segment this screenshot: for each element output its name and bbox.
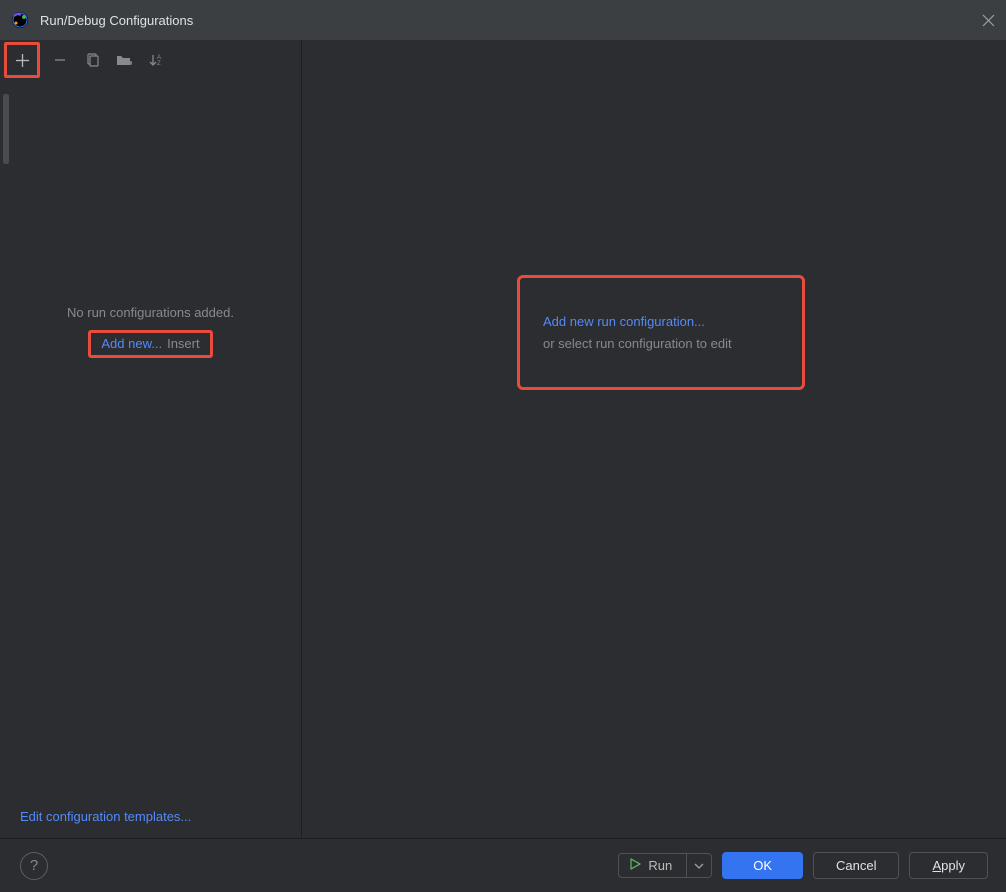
resize-handle[interactable]	[3, 94, 9, 164]
button-group: Run OK Cancel Apply	[618, 852, 988, 879]
cancel-button[interactable]: Cancel	[813, 852, 899, 879]
help-icon: ?	[30, 857, 38, 874]
sidebar: A Z No run configurations added. Add new…	[0, 40, 302, 838]
chevron-down-icon	[694, 861, 704, 871]
button-bar: ? Run OK Cancel Apply	[0, 838, 1006, 892]
sidebar-footer: Edit configuration templates...	[0, 797, 301, 838]
run-button-container: Run	[618, 853, 712, 878]
titlebar: Run/Debug Configurations	[0, 0, 1006, 40]
help-button[interactable]: ?	[20, 852, 48, 880]
copy-button[interactable]	[80, 48, 104, 72]
remove-button[interactable]	[48, 48, 72, 72]
ok-button[interactable]: OK	[722, 852, 803, 879]
add-new-link[interactable]: Add new...	[101, 336, 162, 351]
play-icon	[629, 858, 641, 873]
add-new-config-link[interactable]: Add new run configuration...	[543, 314, 732, 329]
run-dropdown-button[interactable]	[686, 854, 711, 877]
close-icon[interactable]	[980, 12, 996, 28]
sort-button[interactable]: A Z	[144, 48, 168, 72]
sidebar-content: No run configurations added. Add new... …	[0, 80, 301, 797]
edit-templates-link[interactable]: Edit configuration templates...	[20, 809, 191, 824]
apply-button[interactable]: Apply	[909, 852, 988, 879]
right-empty-state: Add new run configuration... or select r…	[517, 275, 805, 390]
empty-message: No run configurations added.	[67, 305, 234, 320]
svg-text:Z: Z	[157, 61, 161, 67]
main-area: A Z No run configurations added. Add new…	[0, 40, 1006, 838]
add-new-container: Add new... Insert	[88, 330, 212, 358]
window-title: Run/Debug Configurations	[40, 13, 980, 28]
run-button[interactable]: Run	[619, 854, 686, 877]
select-config-hint: or select run configuration to edit	[543, 336, 732, 351]
run-button-label: Run	[648, 858, 672, 873]
sidebar-toolbar: A Z	[0, 40, 301, 80]
add-button[interactable]	[4, 42, 40, 78]
app-icon	[10, 10, 30, 30]
right-panel: Add new run configuration... or select r…	[302, 40, 1006, 838]
insert-shortcut-hint: Insert	[167, 336, 200, 351]
folder-button[interactable]	[112, 48, 136, 72]
